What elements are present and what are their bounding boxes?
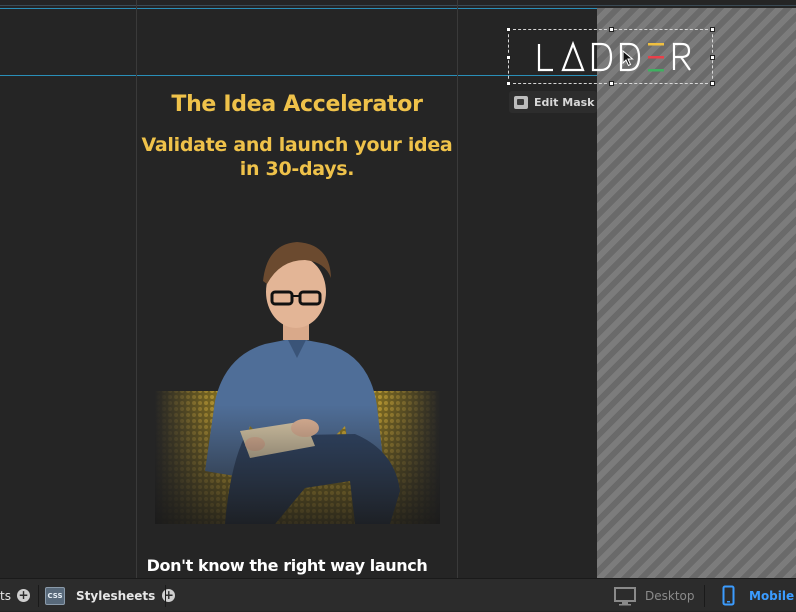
- cursor-icon: [622, 50, 634, 67]
- offcanvas-area: [597, 8, 796, 578]
- resize-handle[interactable]: [609, 81, 614, 86]
- ladder-logo: [509, 38, 714, 86]
- stylesheets-tab[interactable]: CSS Stylesheets +: [45, 579, 176, 612]
- stylesheets-label: Stylesheets: [76, 588, 156, 603]
- guide-line: [0, 5, 796, 6]
- resize-handle[interactable]: [710, 81, 715, 86]
- css-icon: CSS: [45, 586, 65, 605]
- section-heading[interactable]: Don't know the right way launch: [137, 556, 437, 575]
- desktop-icon: [614, 586, 636, 605]
- scripts-tab[interactable]: ts +: [0, 579, 30, 612]
- resize-handle[interactable]: [506, 27, 511, 32]
- column-guide: [457, 0, 458, 578]
- resize-handle[interactable]: [710, 55, 715, 60]
- plus-icon[interactable]: +: [16, 589, 30, 602]
- scripts-tab-label: ts: [0, 588, 11, 603]
- mobile-label: Mobile: [749, 588, 795, 603]
- mobile-view-button[interactable]: Mobile: [722, 579, 794, 612]
- resize-handle[interactable]: [609, 27, 614, 32]
- edit-mask-button[interactable]: Edit Mask: [509, 91, 597, 113]
- column-guide: [136, 0, 137, 578]
- edit-mask-label: Edit Mask: [534, 95, 595, 109]
- hero-image[interactable]: [155, 226, 440, 524]
- edit-mask-icon: [514, 95, 528, 109]
- divider: [38, 585, 39, 607]
- selected-logo[interactable]: [506, 27, 715, 86]
- page-subtitle[interactable]: Validate and launch your idea in 30-days…: [137, 133, 457, 181]
- ladder-logo-graphic: [537, 40, 691, 72]
- desktop-view-button[interactable]: Desktop: [614, 579, 695, 612]
- divider: [165, 585, 166, 607]
- mobile-icon: [722, 585, 735, 606]
- resize-handle[interactable]: [506, 81, 511, 86]
- resize-handle[interactable]: [506, 55, 511, 60]
- resize-handle[interactable]: [710, 27, 715, 32]
- bottom-toolbar: ts + CSS Stylesheets + Desktop Mobile: [0, 578, 796, 611]
- desktop-label: Desktop: [645, 588, 695, 603]
- page-title[interactable]: The Idea Accelerator: [137, 92, 457, 117]
- design-canvas[interactable]: The Idea Accelerator Validate and launch…: [0, 0, 796, 578]
- divider: [704, 585, 705, 607]
